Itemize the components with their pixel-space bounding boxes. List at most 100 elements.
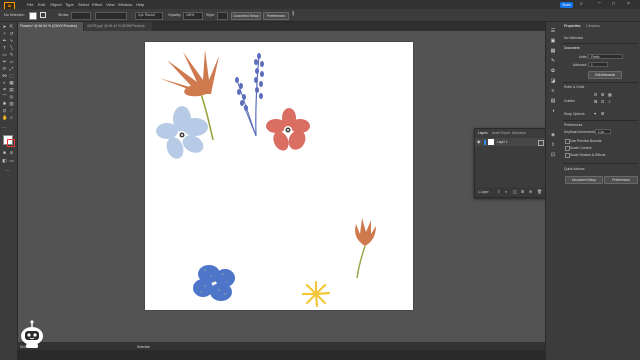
tab-44278[interactable]: 44278.jpg* @ 66.44 % (RGB/Preview): [84, 22, 152, 31]
tab-asset-export[interactable]: Asset Export: [492, 131, 510, 135]
tab-artboards[interactable]: Artboards: [512, 131, 526, 135]
show-guides-icon[interactable]: ⊠: [594, 99, 597, 104]
asset-export-icon[interactable]: ⇪: [550, 142, 556, 148]
direct-selection-tool-icon[interactable]: ⇱: [9, 24, 14, 29]
export-icon[interactable]: ⇪: [497, 189, 500, 194]
stroke-color-icon[interactable]: [7, 139, 15, 147]
search-icon[interactable]: ⌕: [580, 1, 583, 7]
none-color-icon[interactable]: ⊘: [9, 150, 14, 155]
tab-properties[interactable]: Properties: [564, 24, 580, 28]
free-transform-icon[interactable]: ⬚: [9, 73, 14, 78]
menu-object[interactable]: Object: [50, 2, 62, 7]
hand-tool-icon[interactable]: ✋: [2, 115, 8, 120]
light-blue-flower[interactable]: [156, 106, 208, 161]
artboard[interactable]: [145, 42, 413, 310]
slice-tool-icon[interactable]: ⟋: [9, 108, 14, 113]
preferences-panel-button[interactable]: Preferences: [604, 176, 638, 184]
target-icon[interactable]: [538, 139, 544, 146]
tab-flowers[interactable]: Flowers* @ 66.64 % (CMYK/Preview): [17, 22, 83, 31]
brushes-icon[interactable]: ✎: [550, 58, 556, 64]
menu-select[interactable]: Select: [78, 2, 89, 7]
menu-effect[interactable]: Effect: [92, 2, 102, 7]
graphic-styles-icon[interactable]: ◪: [550, 78, 556, 84]
layers-panel-icon[interactable]: ◈: [550, 132, 556, 138]
artboard-select[interactable]: 1: [588, 62, 608, 67]
share-button[interactable]: Share: [560, 1, 573, 8]
rotate-tool-icon[interactable]: ⟳: [2, 66, 7, 71]
grid-icon[interactable]: ⊞: [601, 92, 604, 97]
variable-width-select[interactable]: [95, 11, 127, 20]
ruler-icon[interactable]: ⊟: [594, 92, 597, 97]
transparency-icon[interactable]: ◑: [550, 108, 556, 114]
stroke-weight-field[interactable]: [71, 11, 91, 20]
width-tool-icon[interactable]: ⋈: [2, 73, 7, 78]
search-layers-icon[interactable]: ⌕: [505, 189, 507, 194]
transparency-grid-icon[interactable]: ▦: [608, 92, 612, 97]
selection-tool-icon[interactable]: ➤: [2, 24, 7, 29]
new-sublayer-icon[interactable]: ⊞: [521, 189, 524, 194]
delete-layer-icon[interactable]: 🗑: [537, 189, 542, 194]
stroke-panel-icon[interactable]: ≡: [550, 88, 556, 94]
style-select[interactable]: [217, 11, 228, 20]
gradient-tool-icon[interactable]: ▤: [9, 87, 14, 92]
document-setup-button[interactable]: Document Setup: [231, 11, 261, 20]
menu-window[interactable]: Window: [118, 2, 132, 7]
layer-name[interactable]: Layer 1: [497, 140, 508, 144]
lavender-sprig[interactable]: [235, 53, 264, 137]
lasso-icon[interactable]: ↺: [9, 31, 14, 36]
layer-row[interactable]: ◉ Layer 1: [475, 138, 545, 146]
zoom-tool-icon[interactable]: ⌕: [9, 115, 14, 120]
orange-tulip[interactable]: [355, 218, 376, 279]
brush-select[interactable]: 3 pt. Round: [135, 11, 163, 20]
tab-libraries[interactable]: Libraries: [586, 24, 600, 28]
edit-artboards-button[interactable]: Edit Artboards: [588, 71, 622, 79]
maximize-icon[interactable]: □: [612, 1, 615, 7]
gradient-panel-icon[interactable]: ▤: [550, 98, 556, 104]
type-tool-icon[interactable]: T: [2, 45, 7, 50]
blend-tool-icon[interactable]: ◎: [9, 94, 14, 99]
menu-help[interactable]: Help: [136, 2, 144, 7]
blue-textured-flower[interactable]: [193, 265, 235, 301]
symbol-sprayer-icon[interactable]: ✺: [2, 101, 7, 106]
draw-mode-icon[interactable]: ◧: [2, 158, 7, 163]
minimize-icon[interactable]: –: [598, 0, 601, 6]
snap-pixel-icon[interactable]: ⊞: [601, 111, 604, 116]
magic-wand-icon[interactable]: ✧: [2, 31, 7, 36]
stroke-swatch[interactable]: [40, 11, 46, 18]
new-layer-icon[interactable]: ⊕: [529, 189, 532, 194]
screen-mode-icon[interactable]: ▭: [9, 158, 14, 163]
line-tool-icon[interactable]: ╲: [9, 45, 14, 50]
snap-point-icon[interactable]: ⌖: [594, 111, 596, 116]
smart-guides-icon[interactable]: ⊹: [608, 99, 611, 104]
shape-builder-icon[interactable]: ◐: [2, 80, 7, 85]
scale-tool-icon[interactable]: ⤢: [9, 66, 14, 71]
lock-guides-icon[interactable]: ⊡: [601, 99, 604, 104]
swatches-icon[interactable]: ▦: [550, 48, 556, 54]
menu-type[interactable]: Type: [65, 2, 74, 7]
tab-layers[interactable]: Layers: [478, 131, 488, 135]
properties-panel-icon[interactable]: ☰: [550, 28, 556, 34]
close-icon[interactable]: ×: [627, 1, 630, 7]
pink-flower[interactable]: [266, 108, 310, 153]
libraries-icon[interactable]: ▣: [550, 38, 556, 44]
eyedropper-icon[interactable]: ⌒: [2, 94, 7, 99]
symbols-icon[interactable]: ✿: [550, 68, 556, 74]
units-select[interactable]: Pixels: [588, 54, 623, 59]
clip-mask-icon[interactable]: ◫: [513, 189, 517, 194]
perspective-grid-icon[interactable]: ▦: [9, 80, 14, 85]
fill-swatch[interactable]: [29, 11, 37, 20]
edit-toolbar-icon[interactable]: ⋯: [5, 168, 10, 173]
visibility-icon[interactable]: ◉: [477, 139, 481, 144]
artboards-panel-icon[interactable]: ⊡: [550, 152, 556, 158]
pen-tool-icon[interactable]: ✒: [2, 38, 7, 43]
mesh-tool-icon[interactable]: ⌗: [2, 87, 7, 92]
yellow-daisy[interactable]: [301, 280, 331, 308]
pencil-icon[interactable]: ✏: [2, 59, 7, 64]
eraser-icon[interactable]: ▱: [9, 59, 14, 64]
more-tools-icon[interactable]: ⋯: [2, 125, 7, 130]
paintbrush-icon[interactable]: ✎: [9, 52, 14, 57]
align-icon[interactable]: ⫼: [292, 11, 294, 17]
menu-edit[interactable]: Edit: [38, 2, 45, 7]
keyboard-increment-field[interactable]: 1 px: [595, 129, 611, 134]
document-setup-panel-button[interactable]: Document Setup: [565, 176, 603, 184]
